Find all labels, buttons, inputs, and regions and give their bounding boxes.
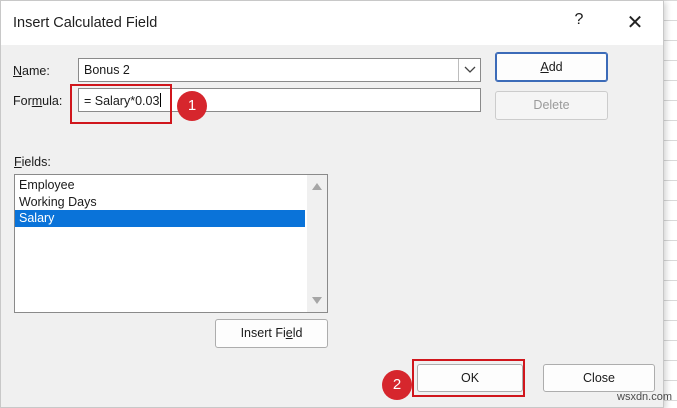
list-item[interactable]: Employee — [15, 177, 305, 194]
dialog-title: Insert Calculated Field — [13, 15, 158, 31]
scroll-down-icon[interactable] — [312, 297, 322, 304]
fields-listbox[interactable]: Employee Working Days Salary — [14, 174, 328, 313]
fields-label: Fields: — [14, 155, 51, 169]
add-button[interactable]: Add — [495, 52, 608, 82]
scroll-up-icon[interactable] — [312, 183, 322, 190]
name-label: Name: — [13, 64, 50, 78]
list-item[interactable]: Working Days — [15, 194, 305, 211]
close-icon[interactable]: ✕ — [623, 10, 647, 35]
insert-calculated-field-dialog: Insert Calculated Field ? ✕ Name: Bonus … — [0, 0, 664, 408]
watermark: wsxdn.com — [617, 391, 673, 403]
help-icon[interactable]: ? — [569, 11, 589, 29]
list-item-selected[interactable]: Salary — [15, 210, 305, 227]
name-value: Bonus 2 — [84, 63, 130, 77]
close-button[interactable]: Close — [543, 364, 655, 392]
step-2-badge: 2 — [382, 370, 412, 400]
step-1-badge: 1 — [177, 91, 207, 121]
formula-value: = Salary*0.03 — [84, 93, 162, 108]
chevron-down-icon[interactable] — [458, 59, 480, 81]
title-bar: Insert Calculated Field ? ✕ — [1, 1, 663, 45]
ok-button[interactable]: OK — [417, 364, 523, 392]
formula-input[interactable]: = Salary*0.03 — [78, 88, 481, 112]
insert-field-button[interactable]: Insert Field — [215, 319, 328, 348]
formula-label: Formula: — [13, 94, 63, 108]
list-scrollbar[interactable] — [307, 175, 327, 312]
delete-button[interactable]: Delete — [495, 91, 608, 120]
name-combobox[interactable]: Bonus 2 — [78, 58, 481, 82]
